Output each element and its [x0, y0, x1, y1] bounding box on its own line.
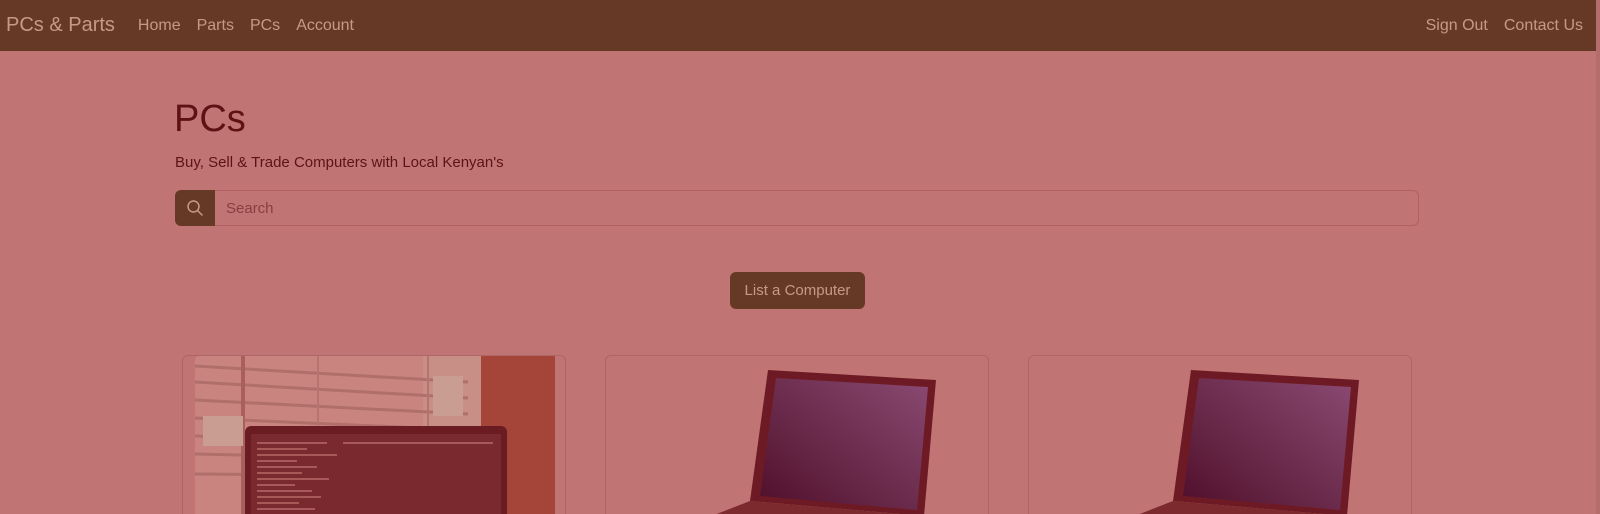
brand-link[interactable]: PCs & Parts [6, 14, 115, 37]
main-nav: Home Parts PCs Account [138, 17, 370, 35]
page-subtitle: Buy, Sell & Trade Computers with Local K… [175, 154, 504, 171]
right-nav: Sign Out Contact Us [1410, 17, 1583, 35]
search-icon [187, 200, 203, 216]
listing-image[interactable] [606, 356, 989, 514]
nav-contact-us[interactable]: Contact Us [1504, 17, 1583, 35]
listing-image[interactable] [1029, 356, 1412, 514]
listing-card[interactable] [182, 355, 566, 514]
search-bar [175, 190, 1419, 226]
nav-pcs[interactable]: PCs [250, 17, 280, 35]
nav-sign-out[interactable]: Sign Out [1426, 17, 1488, 35]
nav-account[interactable]: Account [296, 17, 354, 35]
listing-image[interactable] [183, 356, 566, 514]
top-navbar: PCs & Parts Home Parts PCs Account Sign … [0, 0, 1596, 51]
nav-home[interactable]: Home [138, 17, 181, 35]
nav-parts[interactable]: Parts [197, 17, 234, 35]
scrollbar[interactable] [1596, 0, 1600, 514]
page-title: PCs [174, 98, 246, 140]
search-input[interactable] [215, 190, 1419, 226]
list-computer-button[interactable]: List a Computer [730, 272, 865, 309]
search-button[interactable] [175, 190, 215, 226]
listing-card[interactable] [1028, 355, 1412, 514]
listing-card[interactable] [605, 355, 989, 514]
